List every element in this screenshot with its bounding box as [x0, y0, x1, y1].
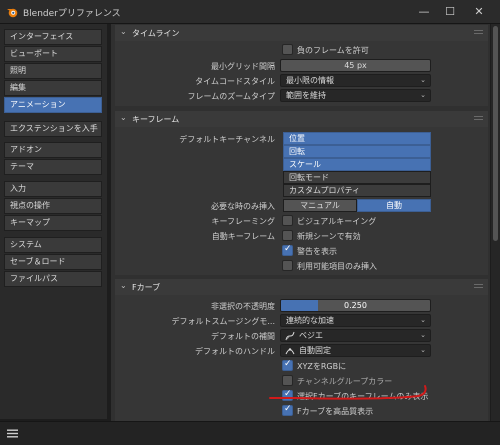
timecode-style-dropdown[interactable]: 最小限の情報 ⌄ — [280, 74, 431, 87]
timecode-style-label: タイムコードスタイル — [195, 77, 275, 86]
timeline-panel-body: 負のフレームを許可 最小グリッド間隔 45 px タイムコードスタイル 最小限の… — [115, 41, 488, 106]
dropdown-arrow-icon: ⌄ — [420, 331, 426, 339]
nav-file-paths[interactable]: ファイルパス — [4, 271, 102, 287]
default-handles-label: デフォルトのハンドル — [195, 347, 275, 356]
fcurves-panel-body: 非選択の不透明度 0.250 デフォルトスムージングモ... 連続的な加速 ⌄ … — [115, 295, 488, 422]
main-scrollbar[interactable] — [491, 24, 500, 424]
only-selected-keyframes-label: 選択Fカーブのキーフレームのみ表示 — [297, 392, 429, 401]
nav-system[interactable]: システム — [4, 237, 102, 253]
zoom-frame-type-value: 範囲を維持 — [286, 91, 326, 100]
default-key-channels-label: デフォルトキーチャンネル — [179, 135, 275, 144]
allow-negative-frames-checkbox[interactable] — [282, 44, 293, 55]
auto-handle-icon — [285, 348, 295, 355]
show-warning-label: 警告を表示 — [297, 247, 337, 256]
nav-navigation[interactable]: 視点の操作 — [4, 198, 102, 214]
only-available-label: 利用可能項目のみ挿入 — [297, 262, 377, 271]
maximize-button[interactable]: ☐ — [441, 4, 459, 20]
zoom-frame-type-label: フレームのズームタイプ — [187, 92, 275, 101]
keyframes-panel-body: デフォルトキーチャンネル 位置 回転 スケール 回転モード カスタムプロパティ … — [115, 127, 488, 275]
default-smoothing-label: デフォルトスムージングモ... — [171, 317, 275, 326]
xyz-to-rgb-checkbox[interactable] — [282, 359, 293, 371]
channel-group-colors-label: チャンネルグループカラー — [297, 377, 393, 386]
key-channel-rotation[interactable]: 回転 — [283, 145, 431, 158]
new-scenes-label: 新規シーンで有効 — [297, 232, 361, 241]
allow-negative-frames-label: 負のフレームを許可 — [297, 46, 369, 55]
drag-grip-icon[interactable] — [474, 284, 483, 290]
dropdown-arrow-icon: ⌄ — [420, 76, 426, 84]
only-selected-keyframes-checkbox[interactable] — [282, 389, 293, 401]
nav-get-extensions[interactable]: エクステンションを入手 — [4, 121, 102, 137]
default-smoothing-dropdown[interactable]: 連続的な加速 ⌄ — [280, 314, 431, 327]
nav-save-load[interactable]: セーブ＆ロード — [4, 254, 102, 270]
default-handles-value: 自動固定 — [299, 346, 331, 355]
close-button[interactable]: ✕ — [470, 4, 488, 20]
panel-title: Fカーブ — [132, 283, 161, 292]
insert-auto-option[interactable]: 自動 — [357, 199, 431, 212]
preferences-sidebar: インターフェイス ビューポート 照明 編集 アニメーション エクステンションを入… — [0, 24, 107, 419]
panel-title: キーフレーム — [132, 115, 180, 124]
hamburger-menu-icon[interactable] — [6, 427, 19, 440]
nav-lighting[interactable]: 照明 — [4, 63, 102, 79]
window-title: Blenderプリファレンス — [23, 9, 121, 19]
nav-interface[interactable]: インターフェイス — [4, 29, 102, 45]
nav-input[interactable]: 入力 — [4, 181, 102, 197]
nav-animation[interactable]: アニメーション — [4, 97, 102, 113]
drag-grip-icon[interactable] — [474, 116, 483, 122]
bezier-curve-icon — [285, 331, 295, 341]
minimize-button[interactable]: — — [415, 4, 433, 20]
drag-grip-icon[interactable] — [474, 30, 483, 36]
default-handles-dropdown[interactable]: 自動固定 ⌄ — [280, 344, 431, 357]
timecode-style-value: 最小限の情報 — [286, 76, 334, 85]
chevron-down-icon: ⌄ — [120, 113, 127, 122]
nav-editing[interactable]: 編集 — [4, 80, 102, 96]
key-channel-location[interactable]: 位置 — [283, 132, 431, 145]
nav-addons[interactable]: アドオン — [4, 142, 102, 158]
unselected-opacity-label: 非選択の不透明度 — [211, 302, 275, 311]
high-quality-display-label: Fカーブを高品質表示 — [297, 407, 374, 416]
min-grid-spacing-field[interactable]: 45 px — [280, 59, 431, 72]
panel-title: タイムライン — [132, 29, 180, 38]
timeline-panel-header[interactable]: ⌄ タイムライン — [115, 25, 488, 41]
auto-keyframing-label: 自動キーフレーム — [211, 232, 275, 241]
zoom-frame-type-dropdown[interactable]: 範囲を維持 ⌄ — [280, 89, 431, 102]
dropdown-arrow-icon: ⌄ — [420, 91, 426, 99]
key-channel-rotation-mode[interactable]: 回転モード — [283, 171, 431, 184]
high-quality-display-checkbox[interactable] — [282, 404, 293, 416]
dropdown-arrow-icon: ⌄ — [420, 316, 426, 324]
insert-manual-option[interactable]: マニュアル — [283, 199, 357, 212]
key-channel-custom-props[interactable]: カスタムプロパティ — [283, 184, 431, 197]
nav-keymap[interactable]: キーマップ — [4, 215, 102, 231]
preferences-main: ⌄ タイムライン 負のフレームを許可 最小グリッド間隔 45 px タイムコード… — [111, 24, 490, 424]
keyframes-panel-header[interactable]: ⌄ キーフレーム — [115, 111, 488, 127]
window-titlebar: Blenderプリファレンス — ☐ ✕ — [0, 0, 500, 24]
chevron-down-icon: ⌄ — [120, 281, 127, 290]
show-warning-checkbox[interactable] — [282, 244, 293, 256]
key-channel-scale[interactable]: スケール — [283, 158, 431, 171]
fcurves-panel-header[interactable]: ⌄ Fカーブ — [115, 279, 488, 295]
bottom-bar — [0, 421, 500, 445]
default-interpolation-dropdown[interactable]: ベジエ ⌄ — [280, 329, 431, 342]
default-interpolation-value: ベジエ — [299, 331, 323, 340]
scrollbar-thumb[interactable] — [493, 26, 498, 241]
nav-themes[interactable]: テーマ — [4, 159, 102, 175]
dropdown-arrow-icon: ⌄ — [420, 346, 426, 354]
nav-viewport[interactable]: ビューポート — [4, 46, 102, 62]
min-grid-spacing-label: 最小グリッド間隔 — [211, 62, 275, 71]
new-scenes-checkbox[interactable] — [282, 230, 293, 241]
default-interpolation-label: デフォルトの補間 — [211, 332, 275, 341]
channel-group-colors-checkbox[interactable] — [282, 375, 293, 386]
xyz-to-rgb-label: XYZをRGBに — [297, 362, 347, 371]
only-available-checkbox[interactable] — [282, 260, 293, 271]
default-smoothing-value: 連続的な加速 — [286, 316, 334, 325]
visual-keying-checkbox[interactable] — [282, 215, 293, 226]
unselected-opacity-value: 0.250 — [344, 301, 367, 310]
unselected-opacity-slider[interactable]: 0.250 — [280, 299, 431, 312]
keyframing-label: キーフレーミング — [211, 217, 275, 226]
blender-logo-icon — [7, 8, 18, 18]
visual-keying-label: ビジュアルキーイング — [297, 217, 377, 226]
chevron-down-icon: ⌄ — [120, 27, 127, 36]
only-insert-needed-label: 必要な時のみ挿入 — [211, 202, 275, 211]
